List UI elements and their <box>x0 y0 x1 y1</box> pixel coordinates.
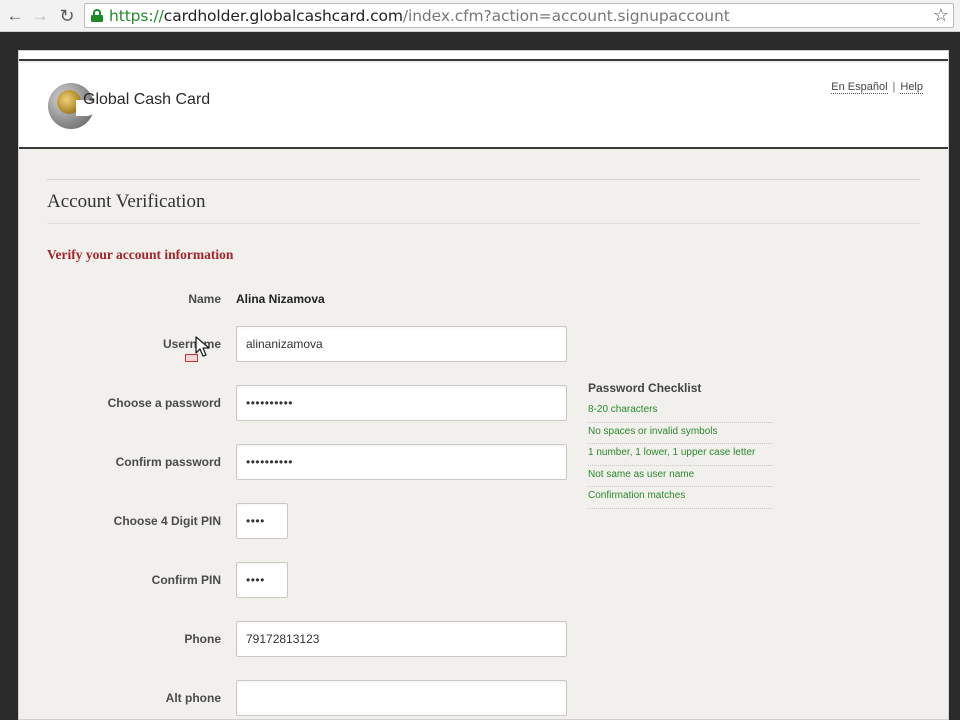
page-content: Global Cash Card En Español | Help Account… <box>18 50 949 720</box>
phone-input[interactable]: 79172813123 <box>236 621 567 657</box>
lock-icon <box>91 9 103 22</box>
url-host: cardholder.globalcashcard.com <box>163 7 403 25</box>
section-subtitle: Verify your account information <box>47 247 234 262</box>
browser-toolbar: ← → ↻ https://cardholder.globalcashcard.… <box>0 0 960 32</box>
username-label: Username <box>162 337 221 351</box>
checklist-item: No spaces or invalid symbols <box>588 423 773 444</box>
divider <box>47 179 920 180</box>
checklist-item: 8-20 characters <box>588 401 773 423</box>
password-input[interactable]: •••••••••• <box>236 385 567 421</box>
checklist-title: Password Checklist <box>588 381 702 395</box>
url-path: /index.cfm?action=account.signupaccount <box>402 7 730 25</box>
url-scheme: https:// <box>109 7 164 25</box>
reload-icon[interactable]: ↻ <box>56 5 78 27</box>
header-links: En Español | Help <box>831 81 923 94</box>
alt-phone-label: Alt phone <box>165 691 221 705</box>
click-marker <box>185 354 198 362</box>
back-arrow-icon[interactable]: ← <box>4 5 26 27</box>
forward-arrow-icon[interactable]: → <box>29 5 51 27</box>
brand-name[interactable]: Global Cash Card <box>83 91 210 109</box>
phone-label: Phone <box>184 632 221 646</box>
help-link[interactable]: Help <box>900 81 923 94</box>
username-input[interactable]: alinanizamova <box>236 326 567 362</box>
confirm-pin-label: Confirm PIN <box>151 573 221 587</box>
password-label: Choose a password <box>107 396 221 410</box>
confirm-password-label: Confirm password <box>115 455 221 469</box>
link-separator: | <box>892 81 896 93</box>
checklist-item: 1 number, 1 lower, 1 upper case letter <box>588 444 773 466</box>
star-icon[interactable]: ☆ <box>933 5 949 26</box>
checklist-item: Not same as user name <box>588 466 773 487</box>
pin-input[interactable]: •••• <box>236 503 288 539</box>
espanol-link[interactable]: En Español <box>831 81 888 94</box>
site-header: Global Cash Card En Español | Help <box>19 63 948 149</box>
pin-label: Choose 4 Digit PIN <box>113 514 221 528</box>
password-checklist: Password Checklist 8-20 characters No sp… <box>588 381 773 509</box>
name-label: Name <box>188 292 221 306</box>
address-bar[interactable]: https://cardholder.globalcashcard.com/in… <box>84 3 954 28</box>
name-value: Alina Nizamova <box>236 292 325 306</box>
top-strip <box>19 51 948 61</box>
url-text[interactable]: https://cardholder.globalcashcard.com/in… <box>109 7 730 25</box>
checklist-item: Confirmation matches <box>588 487 773 509</box>
divider <box>47 223 920 224</box>
alt-phone-input[interactable] <box>236 680 567 716</box>
confirm-password-input[interactable]: •••••••••• <box>236 444 567 480</box>
confirm-pin-input[interactable]: •••• <box>236 562 288 598</box>
page-title: Account Verification <box>47 191 206 212</box>
